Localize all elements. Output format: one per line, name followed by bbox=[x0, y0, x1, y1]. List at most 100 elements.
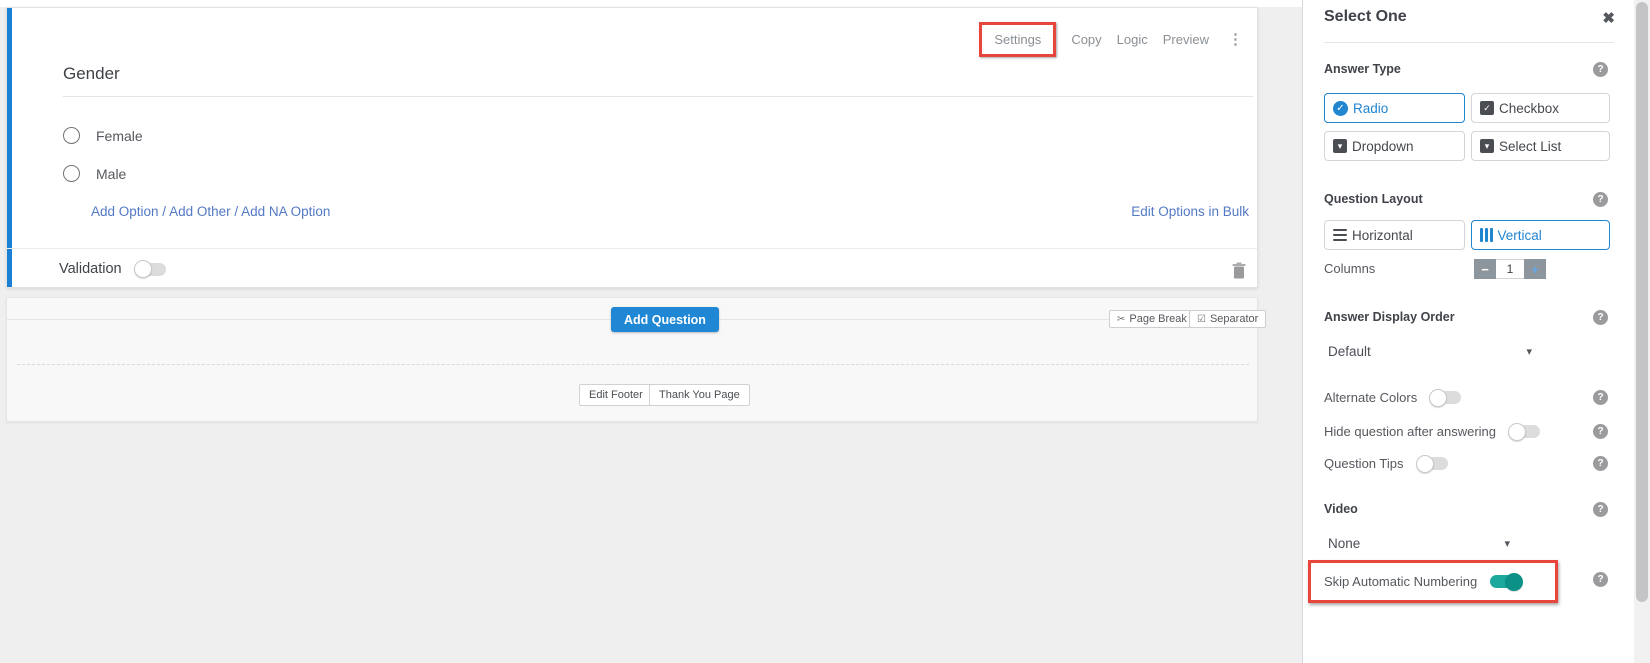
answer-display-order-select[interactable]: Default ▾ bbox=[1328, 344, 1532, 359]
video-select[interactable]: None ▾ bbox=[1328, 536, 1510, 551]
answer-type-option-label: Checkbox bbox=[1499, 101, 1559, 116]
columns-stepper: − + bbox=[1474, 259, 1546, 279]
delete-question-trash-icon[interactable] bbox=[1232, 262, 1246, 279]
hide-question-help-icon[interactable]: ? bbox=[1593, 424, 1608, 439]
alternate-colors-label: Alternate Colors bbox=[1324, 390, 1417, 405]
question-title[interactable]: Gender bbox=[63, 64, 120, 84]
layout-option-label: Horizontal bbox=[1352, 228, 1413, 243]
question-tips-label: Question Tips bbox=[1324, 456, 1404, 471]
edit-footer-button[interactable]: Edit Footer bbox=[579, 384, 653, 406]
edit-footer-label: Edit Footer bbox=[589, 389, 643, 401]
answer-type-option-label: Select List bbox=[1499, 139, 1561, 154]
active-question-accent-bar bbox=[7, 8, 12, 287]
validation-toggle[interactable] bbox=[135, 263, 166, 276]
question-tips-help-icon[interactable]: ? bbox=[1593, 456, 1608, 471]
page-break-icon: ✂ bbox=[1117, 314, 1125, 325]
thank-you-page-label: Thank You Page bbox=[659, 389, 740, 401]
answer-type-option-label: Dropdown bbox=[1352, 139, 1414, 154]
skip-automatic-numbering-help-icon[interactable]: ? bbox=[1593, 572, 1608, 587]
more-options-kebab-icon[interactable]: ⋮ bbox=[1224, 30, 1247, 48]
add-question-button[interactable]: Add Question bbox=[611, 307, 719, 332]
skip-automatic-numbering-toggle[interactable] bbox=[1490, 575, 1521, 588]
chevron-down-icon: ▾ bbox=[1526, 345, 1532, 358]
hide-question-toggle[interactable] bbox=[1509, 425, 1540, 438]
columns-label: Columns bbox=[1324, 261, 1375, 276]
separator-label: Separator bbox=[1210, 313, 1258, 325]
top-strip bbox=[0, 0, 1302, 7]
alternate-colors-row: Alternate Colors bbox=[1324, 390, 1461, 405]
question-card: Settings Copy Logic Preview ⋮ Gender Fem… bbox=[6, 7, 1258, 288]
preview-button[interactable]: Preview bbox=[1163, 32, 1209, 47]
alternate-colors-help-icon[interactable]: ? bbox=[1593, 390, 1608, 405]
link-separator: / bbox=[231, 204, 242, 219]
settings-sidebar: Select One ✖ Answer Type ? ✓ Radio ✓ Che… bbox=[1302, 0, 1634, 663]
question-toolbar: Settings Copy Logic Preview ⋮ bbox=[979, 14, 1247, 64]
vertical-lines-icon bbox=[1480, 228, 1493, 242]
close-icon[interactable]: ✖ bbox=[1602, 9, 1615, 27]
answer-type-radio-button[interactable]: ✓ Radio bbox=[1324, 93, 1465, 123]
columns-minus-button[interactable]: − bbox=[1474, 259, 1496, 279]
validation-label: Validation bbox=[59, 261, 122, 277]
select-list-caret-icon: ▾ bbox=[1480, 139, 1494, 153]
page-break-button[interactable]: ✂ Page Break bbox=[1109, 310, 1195, 328]
question-tips-toggle[interactable] bbox=[1417, 457, 1448, 470]
checkbox-check-icon: ✓ bbox=[1480, 101, 1494, 115]
answer-type-option-label: Radio bbox=[1353, 101, 1388, 116]
layout-option-label: Vertical bbox=[1498, 228, 1542, 243]
radio-check-icon: ✓ bbox=[1333, 101, 1348, 116]
copy-button[interactable]: Copy bbox=[1071, 32, 1101, 47]
answer-type-label: Answer Type bbox=[1324, 62, 1401, 76]
option-row: Female bbox=[63, 127, 143, 144]
video-help-icon[interactable]: ? bbox=[1593, 502, 1608, 517]
validation-row: Validation bbox=[59, 261, 166, 277]
answer-type-checkbox-button[interactable]: ✓ Checkbox bbox=[1471, 93, 1610, 123]
page-scrollbar bbox=[1634, 0, 1650, 663]
layout-vertical-button[interactable]: Vertical bbox=[1471, 220, 1610, 250]
separator-icon: ☑ bbox=[1197, 314, 1206, 325]
skip-automatic-numbering-label: Skip Automatic Numbering bbox=[1324, 574, 1477, 589]
answer-display-order-help-icon[interactable]: ? bbox=[1593, 310, 1608, 325]
edit-options-in-bulk-link[interactable]: Edit Options in Bulk bbox=[1131, 204, 1249, 219]
video-value: None bbox=[1328, 536, 1360, 551]
option-label[interactable]: Male bbox=[96, 166, 126, 182]
question-layout-label: Question Layout bbox=[1324, 192, 1423, 206]
columns-value-input[interactable] bbox=[1496, 259, 1524, 279]
dropdown-caret-icon: ▾ bbox=[1333, 139, 1347, 153]
sidebar-header-divider bbox=[1324, 42, 1614, 43]
scrollbar-thumb[interactable] bbox=[1636, 2, 1648, 602]
video-label: Video bbox=[1324, 502, 1358, 516]
answer-type-dropdown-button[interactable]: ▾ Dropdown bbox=[1324, 131, 1465, 161]
layout-horizontal-button[interactable]: Horizontal bbox=[1324, 220, 1465, 250]
add-other-link[interactable]: Add Other bbox=[169, 204, 231, 219]
separator-button[interactable]: ☑ Separator bbox=[1189, 310, 1266, 328]
alternate-colors-toggle[interactable] bbox=[1430, 391, 1461, 404]
dashed-divider bbox=[17, 364, 1249, 365]
page-break-label: Page Break bbox=[1129, 313, 1186, 325]
question-layout-help-icon[interactable]: ? bbox=[1593, 192, 1608, 207]
settings-button-highlighted[interactable]: Settings bbox=[979, 22, 1056, 57]
add-question-strip: Add Question ✂ Page Break ☑ Separator Ed… bbox=[6, 297, 1258, 422]
skip-automatic-numbering-highlighted-row: Skip Automatic Numbering bbox=[1308, 560, 1558, 603]
hide-question-row: Hide question after answering bbox=[1324, 424, 1540, 439]
option-links: Add Option / Add Other / Add NA Option bbox=[91, 204, 330, 219]
radio-option-icon[interactable] bbox=[63, 165, 80, 182]
settings-button-label: Settings bbox=[994, 32, 1041, 47]
answer-display-order-value: Default bbox=[1328, 344, 1371, 359]
add-option-link[interactable]: Add Option bbox=[91, 204, 159, 219]
radio-option-icon[interactable] bbox=[63, 127, 80, 144]
question-title-underline bbox=[63, 96, 1253, 97]
horizontal-lines-icon bbox=[1333, 229, 1347, 242]
add-na-option-link[interactable]: Add NA Option bbox=[241, 204, 330, 219]
question-tips-row: Question Tips bbox=[1324, 456, 1448, 471]
add-question-label: Add Question bbox=[624, 313, 706, 327]
answer-type-help-icon[interactable]: ? bbox=[1593, 62, 1608, 77]
option-label[interactable]: Female bbox=[96, 128, 143, 144]
logic-button[interactable]: Logic bbox=[1117, 32, 1148, 47]
answer-type-select-list-button[interactable]: ▾ Select List bbox=[1471, 131, 1610, 161]
sidebar-title: Select One bbox=[1324, 8, 1407, 26]
hide-question-label: Hide question after answering bbox=[1324, 424, 1496, 439]
columns-plus-button[interactable]: + bbox=[1524, 259, 1546, 279]
chevron-down-icon: ▾ bbox=[1504, 537, 1510, 550]
thank-you-page-button[interactable]: Thank You Page bbox=[649, 384, 750, 406]
link-separator: / bbox=[159, 204, 170, 219]
